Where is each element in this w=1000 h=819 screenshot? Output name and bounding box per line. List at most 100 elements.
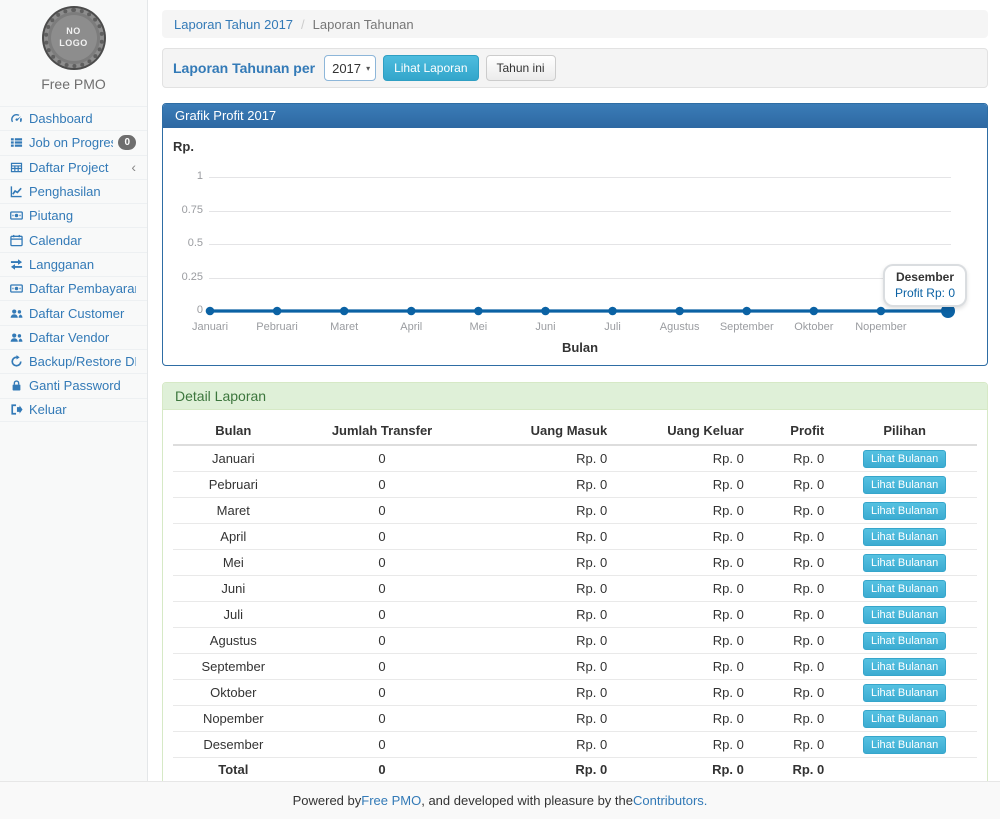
lihat-bulanan-button[interactable]: Lihat Bulanan xyxy=(863,450,946,468)
cell-pilihan: Lihat Bulanan xyxy=(832,550,977,576)
lihat-bulanan-button[interactable]: Lihat Bulanan xyxy=(863,476,946,494)
money-icon xyxy=(8,209,24,222)
sidebar-item-label: Langganan xyxy=(29,257,136,272)
cell-pilihan: Lihat Bulanan xyxy=(832,680,977,706)
cell-jumlah_transfer: 0 xyxy=(294,654,471,680)
year-select[interactable]: 2017 ▾ xyxy=(324,55,376,81)
sidebar-item-label: Daftar Customer xyxy=(29,306,136,321)
x-tick-label: Agustus xyxy=(644,321,716,333)
cell-jumlah_transfer: 0 xyxy=(294,498,471,524)
cell-jumlah_transfer: 0 xyxy=(294,602,471,628)
sidebar-item-piutang[interactable]: Piutang xyxy=(0,203,147,227)
table-row: Januari0Rp. 0Rp. 0Rp. 0Lihat Bulanan xyxy=(173,445,977,472)
lihat-bulanan-button[interactable]: Lihat Bulanan xyxy=(863,554,946,572)
col-header-bulan: Bulan xyxy=(173,420,294,445)
sidebar-item-daftar-vendor[interactable]: Daftar Vendor xyxy=(0,325,147,349)
lihat-bulanan-button[interactable]: Lihat Bulanan xyxy=(863,710,946,728)
sidebar-item-ganti-password[interactable]: Ganti Password xyxy=(0,373,147,397)
table-icon xyxy=(8,161,24,174)
sidebar-item-calendar[interactable]: Calendar xyxy=(0,227,147,251)
cell-bulan: Maret xyxy=(173,498,294,524)
refresh-icon xyxy=(8,355,24,368)
sidebar-item-label: Piutang xyxy=(29,208,136,223)
cell-bulan: Desember xyxy=(173,732,294,758)
lihat-bulanan-button[interactable]: Lihat Bulanan xyxy=(863,736,946,754)
list-icon xyxy=(8,136,24,149)
lihat-bulanan-button[interactable]: Lihat Bulanan xyxy=(863,632,946,650)
lihat-bulanan-button[interactable]: Lihat Bulanan xyxy=(863,684,946,702)
cell-uang_masuk: Rp. 0 xyxy=(470,602,615,628)
sidebar-item-label: Job on Progress xyxy=(29,135,113,150)
main-content: Laporan Tahun 2017 / Laporan Tahunan Lap… xyxy=(148,0,1000,781)
tooltip-value: Profit Rp: 0 xyxy=(895,286,955,300)
table-row: Juni0Rp. 0Rp. 0Rp. 0Lihat Bulanan xyxy=(173,576,977,602)
cell-uang_masuk: Rp. 0 xyxy=(470,445,615,472)
chart-panel-body: Rp.10.750.50.250JanuariPebruariMaretApri… xyxy=(163,128,987,365)
cell-bulan: Oktober xyxy=(173,680,294,706)
tahun-ini-button[interactable]: Tahun ini xyxy=(486,55,556,81)
cell-profit: Rp. 0 xyxy=(752,732,832,758)
x-tick-label: Mei xyxy=(442,321,514,333)
cell-uang_masuk: Rp. 0 xyxy=(470,654,615,680)
cell-bulan: Januari xyxy=(173,445,294,472)
lihat-bulanan-button[interactable]: Lihat Bulanan xyxy=(863,606,946,624)
cell-uang_keluar: Rp. 0 xyxy=(615,628,752,654)
table-row: Desember0Rp. 0Rp. 0Rp. 0Lihat Bulanan xyxy=(173,732,977,758)
lihat-laporan-button[interactable]: Lihat Laporan xyxy=(383,55,478,81)
total-cell-uang_masuk: Rp. 0 xyxy=(470,758,615,782)
sidebar-item-langganan[interactable]: Langganan xyxy=(0,252,147,276)
x-tick-label: Januari xyxy=(174,321,246,333)
sidebar-item-daftar-customer[interactable]: Daftar Customer xyxy=(0,300,147,324)
sidebar-item-daftar-pembayaran[interactable]: Daftar Pembayaran xyxy=(0,276,147,300)
lihat-bulanan-button[interactable]: Lihat Bulanan xyxy=(863,528,946,546)
lihat-bulanan-button[interactable]: Lihat Bulanan xyxy=(863,658,946,676)
sidebar-item-penghasilan[interactable]: Penghasilan xyxy=(0,179,147,203)
count-badge: 0 xyxy=(118,135,136,150)
x-tick-label: Juli xyxy=(577,321,649,333)
table-row: Oktober0Rp. 0Rp. 0Rp. 0Lihat Bulanan xyxy=(173,680,977,706)
table-row: Agustus0Rp. 0Rp. 0Rp. 0Lihat Bulanan xyxy=(173,628,977,654)
footer-text: , and developed with pleasure by the xyxy=(421,793,633,808)
detail-panel: Detail Laporan BulanJumlah TransferUang … xyxy=(162,382,988,794)
total-cell-pilihan xyxy=(832,758,977,782)
cell-profit: Rp. 0 xyxy=(752,680,832,706)
sidebar-item-dashboard[interactable]: Dashboard xyxy=(0,106,147,130)
cell-uang_masuk: Rp. 0 xyxy=(470,550,615,576)
col-header-uang-keluar: Uang Keluar xyxy=(615,420,752,445)
sidebar-item-daftar-project[interactable]: Daftar Project‹ xyxy=(0,155,147,179)
cell-jumlah_transfer: 0 xyxy=(294,445,471,472)
cell-pilihan: Lihat Bulanan xyxy=(832,654,977,680)
detail-panel-title: Detail Laporan xyxy=(163,383,987,410)
cell-jumlah_transfer: 0 xyxy=(294,550,471,576)
tachometer-icon xyxy=(8,112,24,125)
chart-tooltip: DesemberProfit Rp: 0 xyxy=(883,264,967,307)
detail-table: BulanJumlah TransferUang MasukUang Kelua… xyxy=(173,420,977,781)
cell-uang_keluar: Rp. 0 xyxy=(615,654,752,680)
sidebar-item-backup-restore-db[interactable]: Backup/Restore DB xyxy=(0,349,147,373)
table-row: September0Rp. 0Rp. 0Rp. 0Lihat Bulanan xyxy=(173,654,977,680)
cell-profit: Rp. 0 xyxy=(752,445,832,472)
cell-uang_keluar: Rp. 0 xyxy=(615,550,752,576)
table-row: Nopember0Rp. 0Rp. 0Rp. 0Lihat Bulanan xyxy=(173,706,977,732)
sidebar-item-keluar[interactable]: Keluar xyxy=(0,398,147,422)
cell-uang_keluar: Rp. 0 xyxy=(615,445,752,472)
cell-profit: Rp. 0 xyxy=(752,602,832,628)
x-tick-label: Nopember xyxy=(845,321,917,333)
cell-pilihan: Lihat Bulanan xyxy=(832,628,977,654)
breadcrumb-link[interactable]: Laporan Tahun 2017 xyxy=(174,17,293,32)
free-pmo-link[interactable]: Free PMO xyxy=(361,793,421,808)
filter-bar: Laporan Tahunan per 2017 ▾ Lihat Laporan… xyxy=(162,48,988,88)
cell-jumlah_transfer: 0 xyxy=(294,680,471,706)
cell-jumlah_transfer: 0 xyxy=(294,628,471,654)
sidebar-item-label: Ganti Password xyxy=(29,378,136,393)
cell-uang_keluar: Rp. 0 xyxy=(615,498,752,524)
sidebar-item-label: Daftar Project xyxy=(29,160,126,175)
cell-pilihan: Lihat Bulanan xyxy=(832,445,977,472)
sidebar-item-job-on-progress[interactable]: Job on Progress 0 xyxy=(0,130,147,154)
cell-pilihan: Lihat Bulanan xyxy=(832,498,977,524)
contributors-link[interactable]: Contributors. xyxy=(633,793,707,808)
chart-panel: Grafik Profit 2017 Rp.10.750.50.250Janua… xyxy=(162,103,988,366)
lihat-bulanan-button[interactable]: Lihat Bulanan xyxy=(863,502,946,520)
lihat-bulanan-button[interactable]: Lihat Bulanan xyxy=(863,580,946,598)
lock-icon xyxy=(8,379,24,392)
